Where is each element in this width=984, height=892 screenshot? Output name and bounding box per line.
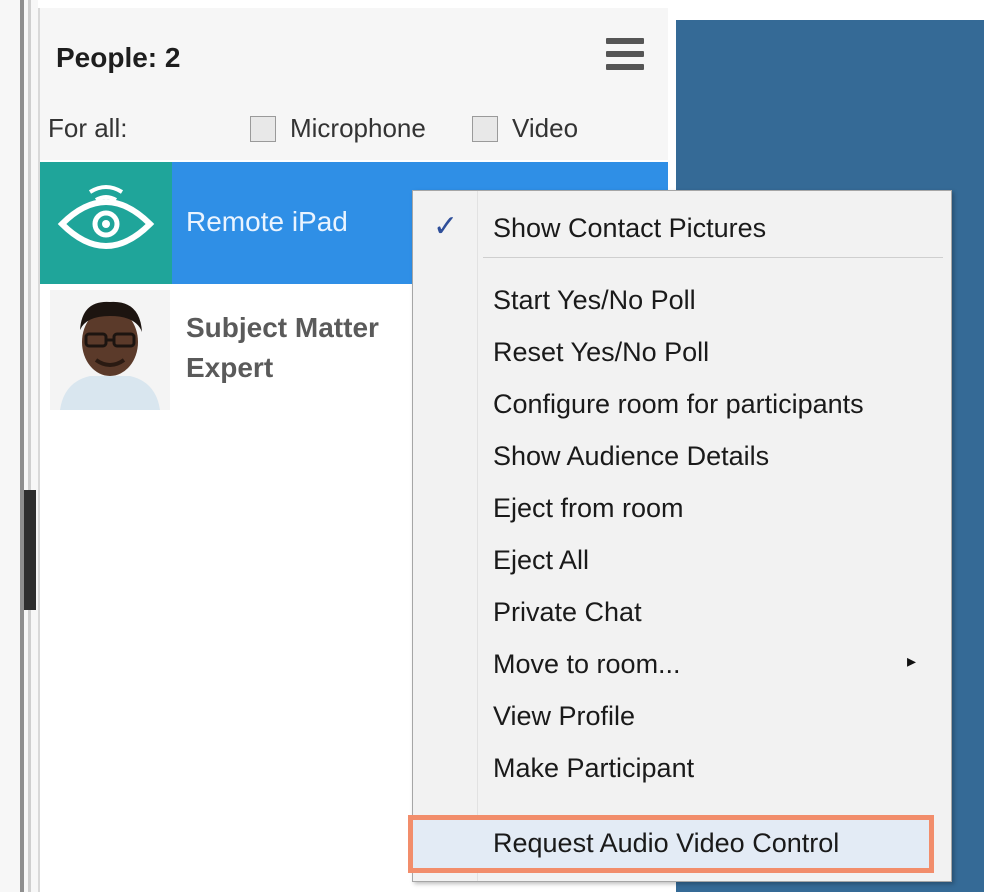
menu-item-label: Eject from room [493, 493, 684, 523]
menu-item-request-av-control[interactable]: Request Audio Video Control [408, 815, 934, 873]
for-all-label: For all: [48, 113, 128, 143]
menu-item-label: Eject All [493, 545, 590, 575]
eye-broadcast-icon [40, 162, 172, 284]
microphone-label: Microphone [290, 113, 426, 143]
left-divider [20, 0, 24, 892]
menu-item-label: Configure room for participants [493, 389, 864, 419]
menu-item-label: Make Participant [493, 753, 695, 783]
menu-item-private-chat[interactable]: Private Chat [413, 587, 951, 637]
menu-item-label: Move to room... [493, 649, 681, 679]
menu-item-label: View Profile [493, 701, 636, 731]
menu-item-reset-poll[interactable]: Reset Yes/No Poll [413, 327, 951, 377]
menu-item-view-profile[interactable]: View Profile [413, 691, 951, 741]
menu-item-move-to-room[interactable]: Move to room... ▸ [413, 639, 951, 689]
microphone-checkbox[interactable] [250, 116, 276, 142]
check-icon: ✓ [433, 210, 459, 243]
menu-item-eject-from-room[interactable]: Eject from room [413, 483, 951, 533]
participant-name: Subject Matter Expert [186, 312, 379, 383]
menu-separator [483, 257, 943, 258]
hamburger-icon[interactable] [606, 38, 644, 78]
menu-item-label: Start Yes/No Poll [493, 285, 696, 315]
participant-name: Remote iPad [186, 206, 348, 237]
left-scroll-handle[interactable] [24, 490, 36, 610]
menu-item-show-contact-pictures[interactable]: ✓ Show Contact Pictures [413, 203, 951, 253]
video-label: Video [512, 113, 579, 143]
people-panel-header: People: 2 For all: Microphone Video [40, 8, 668, 160]
menu-item-show-audience-details[interactable]: Show Audience Details [413, 431, 951, 481]
video-checkbox[interactable] [472, 116, 498, 142]
submenu-arrow-icon: ▸ [907, 651, 917, 671]
menu-item-eject-all[interactable]: Eject All [413, 535, 951, 585]
left-window-strip [0, 0, 38, 892]
left-divider-light [28, 0, 31, 892]
menu-item-label: Request Audio Video Control [493, 828, 840, 858]
menu-item-label: Show Audience Details [493, 441, 770, 471]
avatar [50, 290, 170, 410]
people-count-title: People: 2 [56, 42, 181, 73]
context-menu: ✓ Show Contact Pictures Start Yes/No Pol… [412, 190, 952, 882]
menu-item-label: Reset Yes/No Poll [493, 337, 710, 367]
menu-item-label: Show Contact Pictures [493, 213, 767, 243]
menu-item-configure-room[interactable]: Configure room for participants [413, 379, 951, 429]
menu-item-make-participant[interactable]: Make Participant [413, 743, 951, 793]
menu-item-start-poll[interactable]: Start Yes/No Poll [413, 275, 951, 325]
menu-item-label: Private Chat [493, 597, 642, 627]
